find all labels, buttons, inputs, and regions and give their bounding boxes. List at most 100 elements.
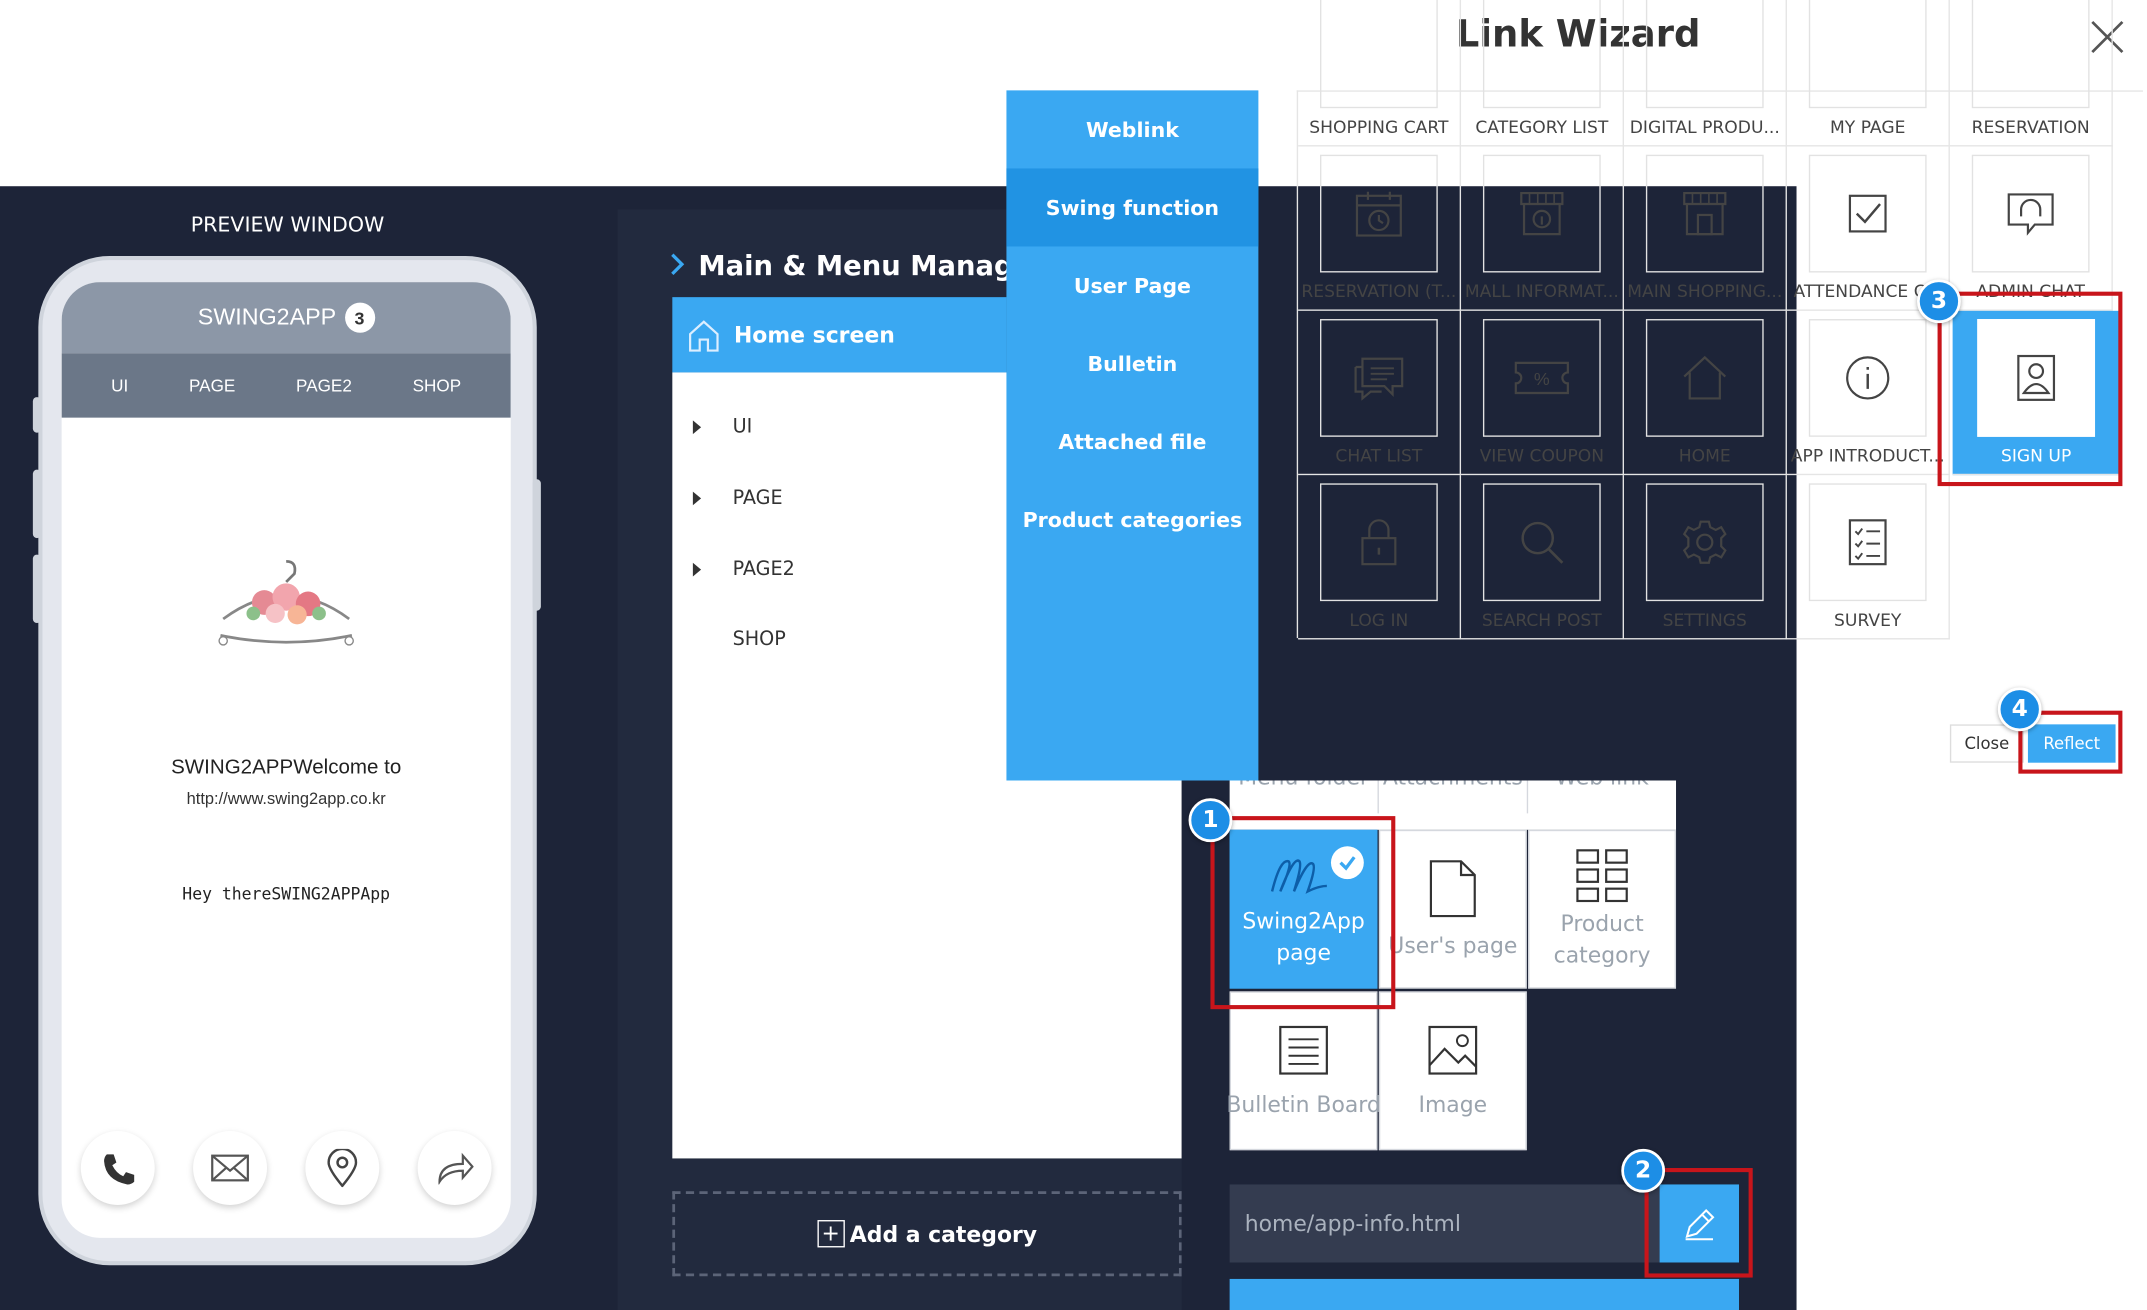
func-digital-product[interactable]: DIGITAL PRODU... — [1623, 0, 1787, 147]
func-label: RESERVATION (T... — [1301, 280, 1457, 302]
apply-button[interactable] — [1229, 1278, 1740, 1310]
func-label: SEARCH POST — [1481, 609, 1602, 630]
link-type-nav: Weblink Swing function User Page Bulleti… — [1006, 90, 1259, 781]
document-icon — [1429, 859, 1476, 917]
func-label: DIGITAL PRODU... — [1629, 116, 1780, 137]
func-app-introduction[interactable]: APP INTRODUCT... — [1786, 310, 1950, 476]
share-icon — [438, 1152, 474, 1185]
menu-tree-label: UI — [732, 416, 753, 439]
func-search-post[interactable]: SEARCH POST — [1461, 475, 1624, 640]
func-label: APP INTRODUCT... — [1790, 445, 1945, 466]
func-label: HOME — [1678, 445, 1731, 466]
func-label: LOG IN — [1349, 609, 1409, 630]
phone-side-button — [32, 397, 42, 433]
func-category-list[interactable]: CATEGORY LIST — [1461, 0, 1624, 147]
tile-label: User's page — [1388, 931, 1518, 958]
app-header: SWING2APP 3 — [61, 282, 511, 354]
menu-tree-label: SHOP — [732, 628, 786, 651]
tile-product-category[interactable]: Product category — [1528, 829, 1677, 989]
highlight-edit-button — [1644, 1168, 1753, 1278]
func-settings[interactable]: SETTINGS — [1623, 475, 1787, 640]
func-label: MY PAGE — [1830, 116, 1906, 137]
menu-tree-label: PAGE2 — [732, 558, 795, 581]
app-menu-bar: UI PAGE PAGE2 SHOP — [61, 353, 511, 418]
func-reservation-time[interactable]: RESERVATION (T... — [1298, 146, 1462, 311]
tile-web-link[interactable]: Web link — [1528, 781, 1676, 814]
add-category-button[interactable]: + Add a category — [672, 1191, 1182, 1277]
tile-label: Product category — [1553, 910, 1651, 969]
func-label: RESERVATION — [1971, 116, 2090, 137]
calendar-clock-icon — [1355, 191, 1402, 237]
info-icon — [1846, 356, 1890, 400]
svg-text:%: % — [1534, 369, 1550, 389]
func-my-page[interactable]: MY PAGE — [1786, 0, 1950, 147]
nav-attached-file[interactable]: Attached file — [1006, 403, 1258, 481]
nav-product-categories[interactable]: Product categories — [1006, 481, 1258, 559]
func-log-in[interactable]: LOG IN — [1298, 475, 1462, 640]
caret-right-icon — [692, 562, 702, 577]
func-label: SURVEY — [1834, 609, 1902, 630]
phone-button[interactable] — [80, 1131, 155, 1205]
func-label: SETTINGS — [1662, 609, 1747, 630]
lock-icon — [1361, 519, 1397, 566]
func-reservation[interactable]: RESERVATION — [1949, 0, 2113, 147]
tile-label: Bulletin Board — [1226, 1090, 1381, 1117]
func-home[interactable]: HOME — [1623, 310, 1787, 476]
func-chat-list[interactable]: CHAT LIST — [1298, 310, 1462, 476]
home-screen-item[interactable]: Home screen — [672, 297, 1007, 373]
app-logo — [210, 556, 363, 660]
nav-bulletin[interactable]: Bulletin — [1006, 325, 1258, 403]
menu-tree-item-page2[interactable]: PAGE2 — [692, 555, 967, 585]
tile-menu-folder[interactable]: Menu folder — [1230, 780, 1379, 814]
app-menu-item[interactable]: SHOP — [413, 376, 462, 395]
home-screen-label: Home screen — [733, 321, 895, 348]
nav-swing-function[interactable]: Swing function — [1006, 168, 1259, 247]
tile-attachments[interactable]: Attachments — [1379, 780, 1529, 814]
func-label: SHOPPING CART — [1309, 116, 1449, 137]
phone-side-button — [32, 469, 42, 539]
app-menu-item[interactable]: PAGE2 — [296, 376, 352, 395]
func-label: MALL INFORMAT... — [1464, 280, 1619, 302]
gear-icon — [1682, 520, 1727, 564]
func-main-shopping[interactable]: MAIN SHOPPING... — [1623, 146, 1787, 311]
tile-image[interactable]: Image — [1378, 991, 1527, 1151]
list-document-icon — [1279, 1025, 1328, 1074]
func-label: CATEGORY LIST — [1475, 116, 1609, 137]
website-url[interactable]: http://www.swing2app.co.kr — [62, 789, 511, 808]
menu-tree-item-shop[interactable]: SHOP — [733, 624, 1007, 654]
store-icon — [1683, 191, 1727, 236]
func-mall-information[interactable]: MALL INFORMAT... — [1461, 146, 1624, 311]
menu-tree-item-ui[interactable]: UI — [692, 412, 967, 442]
func-view-coupon[interactable]: % VIEW COUPON — [1461, 310, 1624, 476]
link-url-field[interactable]: home/app-info.html — [1229, 1184, 1660, 1263]
chevron-right-icon — [668, 252, 687, 277]
func-survey[interactable]: SURVEY — [1786, 475, 1950, 640]
caret-right-icon — [692, 420, 702, 435]
checkbox-icon — [1848, 194, 1887, 233]
step-marker-2: 2 — [1621, 1148, 1666, 1193]
step-marker-4: 4 — [1997, 687, 2042, 732]
image-icon — [1428, 1025, 1478, 1074]
phone-icon — [104, 1154, 135, 1185]
step-marker-3: 3 — [1917, 279, 1961, 324]
app-menu-item[interactable]: PAGE — [189, 376, 235, 395]
panel-title: Main & Menu Managem — [698, 249, 1014, 283]
nav-user-page[interactable]: User Page — [1006, 246, 1258, 324]
hey-text: Hey thereSWING2APPApp — [182, 884, 391, 904]
app-menu-item[interactable]: UI — [111, 376, 128, 395]
welcome-text: SWING2APPWelcome to — [171, 755, 402, 780]
search-icon — [1521, 521, 1564, 564]
share-button[interactable] — [417, 1131, 492, 1205]
func-admin-chat[interactable]: ADMIN CHAT — [1949, 146, 2113, 311]
app-title: SWING2APP — [197, 303, 337, 331]
home-icon — [1683, 355, 1727, 400]
tile-users-page[interactable]: User's page — [1378, 829, 1527, 989]
func-label: VIEW COUPON — [1479, 445, 1605, 466]
func-shopping-cart[interactable]: SHOPPING CART — [1298, 0, 1462, 147]
menu-tree-item-page[interactable]: PAGE — [692, 483, 967, 513]
menu-tree-label: PAGE — [732, 487, 783, 510]
tile-bulletin-board[interactable]: Bulletin Board — [1226, 991, 1381, 1151]
nav-weblink[interactable]: Weblink — [1006, 90, 1258, 168]
map-button[interactable] — [305, 1131, 380, 1205]
mail-button[interactable] — [193, 1131, 268, 1205]
